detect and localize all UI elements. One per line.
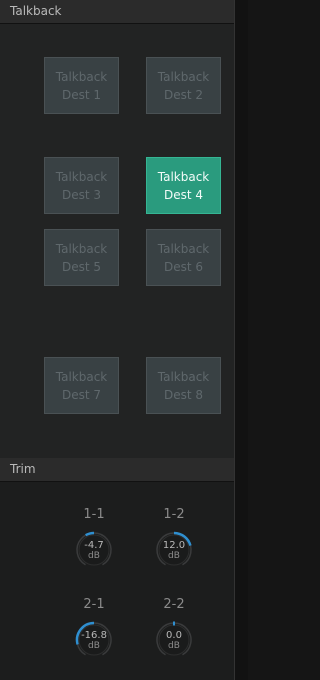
- trim-knob-1-2-label: 1-2: [163, 507, 185, 522]
- talkback-dest-1-label-line2: Dest 1: [61, 88, 102, 102]
- talkback-trim-panel: Talkback Talkback Dest 1 Talkback Dest 2…: [0, 0, 235, 680]
- trim-knob-2-2-unit: dB: [168, 641, 180, 651]
- talkback-dest-3-label-line1: Talkback: [55, 170, 108, 184]
- talkback-dest-1-label-line1: Talkback: [55, 70, 108, 84]
- trim-knob-1-1-unit: dB: [88, 551, 100, 561]
- trim-knob-2-2-value: 0.0: [166, 630, 182, 641]
- talkback-dest-5-button[interactable]: Talkback Dest 5: [44, 229, 119, 286]
- trim-knob-2-1-unit: dB: [88, 641, 100, 651]
- trim-header: Trim: [0, 458, 234, 482]
- talkback-dest-3-button[interactable]: Talkback Dest 3: [44, 157, 119, 214]
- talkback-dest-5-label-line2: Dest 5: [61, 260, 102, 274]
- talkback-dest-4-button[interactable]: Talkback Dest 4: [146, 157, 221, 214]
- talkback-dest-8-label-line1: Talkback: [157, 370, 210, 384]
- trim-knob-2-2[interactable]: 0.0 dB: [154, 620, 194, 660]
- trim-knob-2-2-label: 2-2: [163, 597, 185, 612]
- talkback-dest-2-label-line2: Dest 2: [163, 88, 204, 102]
- trim-knob-1-2-value: 12.0: [162, 540, 186, 551]
- talkback-dest-8-label-line2: Dest 8: [163, 388, 204, 402]
- talkback-title: Talkback: [10, 4, 62, 18]
- talkback-header: Talkback: [0, 0, 234, 24]
- talkback-dest-7-button[interactable]: Talkback Dest 7: [44, 357, 119, 414]
- talkback-dest-2-button[interactable]: Talkback Dest 2: [146, 57, 221, 114]
- side-gutter: [235, 0, 248, 680]
- talkback-dest-8-button[interactable]: Talkback Dest 8: [146, 357, 221, 414]
- talkback-dest-7-label-line2: Dest 7: [61, 388, 102, 402]
- trim-knob-1-1-value: -4.7: [84, 540, 104, 551]
- trim-knob-1-2-unit: dB: [168, 551, 180, 561]
- talkback-dest-6-label-line2: Dest 6: [163, 260, 204, 274]
- talkback-dest-5-label-line1: Talkback: [55, 242, 108, 256]
- trim-title: Trim: [10, 462, 36, 476]
- trim-knob-1-2[interactable]: 12.0 dB: [154, 530, 194, 570]
- talkback-dest-2-label-line1: Talkback: [157, 70, 210, 84]
- trim-section: 1-1 1-2 -4.7 dB 12.0 dB 2-1 2-2 -16.8 dB…: [0, 482, 234, 680]
- trim-knob-2-1-label: 2-1: [83, 597, 105, 612]
- talkback-dest-4-label-line1: Talkback: [157, 170, 210, 184]
- talkback-dest-6-button[interactable]: Talkback Dest 6: [146, 229, 221, 286]
- trim-knob-1-1-label: 1-1: [83, 507, 105, 522]
- talkback-dest-4-label-line2: Dest 4: [163, 188, 204, 202]
- talkback-dest-6-label-line1: Talkback: [157, 242, 210, 256]
- talkback-dest-3-label-line2: Dest 3: [61, 188, 102, 202]
- talkback-dest-1-button[interactable]: Talkback Dest 1: [44, 57, 119, 114]
- trim-knob-1-1[interactable]: -4.7 dB: [74, 530, 114, 570]
- trim-knob-2-1[interactable]: -16.8 dB: [74, 620, 114, 660]
- talkback-dest-7-label-line1: Talkback: [55, 370, 108, 384]
- trim-knob-2-1-value: -16.8: [81, 630, 107, 641]
